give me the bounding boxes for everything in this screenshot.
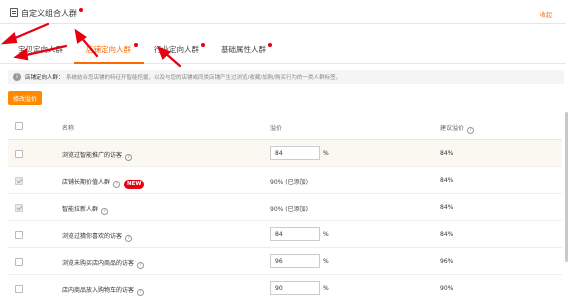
help-icon[interactable]: ? (467, 127, 475, 134)
header-bid: 溢价 (270, 125, 283, 132)
tab-industry-targeting[interactable]: 行业定向人群 (154, 44, 199, 55)
premium-input[interactable] (270, 227, 320, 241)
red-marker-dot (268, 43, 272, 47)
tab-basic-attributes[interactable]: 基础属性人群 (221, 44, 266, 55)
row-checkbox[interactable] (15, 231, 23, 239)
table-row: 浏览过猜你喜欢的访客? % 84% (8, 221, 562, 248)
table-row: 智能拉新人群? 90% (已添加) 84% (8, 194, 562, 221)
premium-input[interactable] (270, 281, 320, 295)
info-banner: i 店铺定向人群： 系统结合您店铺的特征开智能挖掘，以及与您的店铺或同类店铺产生… (8, 70, 564, 84)
help-icon[interactable]: ? (137, 262, 145, 269)
premium-input[interactable] (270, 146, 320, 160)
help-icon[interactable]: ? (101, 208, 109, 215)
new-badge: NEW (124, 180, 145, 189)
title-bar: 自定义组合人群 收起 (0, 0, 566, 24)
percent-unit: % (323, 231, 329, 238)
active-tab-indicator (74, 62, 144, 64)
row-checkbox[interactable] (15, 150, 23, 158)
added-status: 90% (已添加) (270, 179, 308, 186)
red-marker-dot (201, 43, 205, 47)
table-row: 浏览未购买店内商品的访客? % 96% (8, 248, 562, 275)
crowd-name-text: 店铺长期价值人群 (62, 179, 111, 186)
suggested-premium: 84% (440, 177, 454, 184)
select-all-checkbox[interactable] (15, 122, 23, 130)
collapse-link[interactable]: 收起 (540, 10, 552, 19)
header-name: 名称 (62, 125, 75, 132)
crowd-name-text: 浏览未购买店内商品的访客 (62, 260, 135, 267)
percent-unit: % (323, 258, 329, 265)
percent-unit: % (323, 285, 329, 292)
header-suggest: 建议溢价? (440, 123, 475, 134)
crowd-name-text: 智能拉新人群 (62, 206, 99, 213)
info-text: 系统结合您店铺的特征开智能挖掘，以及与您的店铺或同类店铺产生过浏览/收藏/加购/… (66, 75, 342, 81)
suggested-premium: 84% (440, 231, 454, 238)
help-icon[interactable]: ? (113, 181, 121, 188)
help-icon[interactable]: ? (125, 235, 133, 242)
crowd-name: 浏览过猜你喜欢的访客? (62, 231, 133, 242)
help-icon[interactable]: ? (137, 289, 145, 296)
page-title: 自定义组合人群 (21, 9, 77, 18)
red-marker-dot (79, 8, 83, 12)
help-icon[interactable]: ? (125, 154, 133, 161)
row-checkbox[interactable] (15, 258, 23, 266)
edit-premium-button[interactable]: 修改溢价 (8, 91, 42, 105)
crowd-name-text: 店内商品放入购物车的访客 (62, 287, 135, 294)
crowd-name: 店内商品放入购物车的访客? (62, 285, 145, 296)
tab-item-targeting[interactable]: 宝贝定向人群 (18, 44, 63, 55)
info-icon: i (13, 73, 21, 81)
crowd-name: 浏览未购买店内商品的访客? (62, 258, 145, 269)
info-label: 店铺定向人群： (25, 75, 64, 81)
table-row: 店铺长期价值人群? NEW 90% (已添加) 84% (8, 167, 562, 194)
crowd-name-text: 浏览过猜你喜欢的访客 (62, 233, 123, 240)
crowd-name-text: 浏览过智能推广的访客 (62, 152, 123, 159)
vertical-scrollbar[interactable] (565, 112, 568, 262)
red-marker-dot (134, 43, 138, 47)
row-checkbox (15, 204, 23, 212)
suggested-premium: 84% (440, 204, 454, 211)
table-row: 店内商品放入购物车的访客? % 90% (8, 275, 562, 298)
table-header: 名称 溢价 建议溢价? (8, 112, 562, 140)
premium-input[interactable] (270, 254, 320, 268)
crowd-name: 浏览过智能推广的访客? (62, 150, 133, 161)
percent-unit: % (323, 150, 329, 157)
tab-store-targeting[interactable]: 店铺定向人群 (86, 44, 131, 55)
list-icon (10, 8, 18, 17)
added-status: 90% (已添加) (270, 206, 308, 213)
row-checkbox (15, 177, 23, 185)
row-checkbox[interactable] (15, 285, 23, 293)
suggested-premium: 90% (440, 285, 454, 292)
tab-bar: 宝贝定向人群 店铺定向人群 行业定向人群 基础属性人群 (0, 24, 566, 64)
suggested-premium: 84% (440, 150, 454, 157)
header-suggest-label: 建议溢价 (440, 125, 465, 132)
crowd-name: 智能拉新人群? (62, 204, 109, 215)
table-row: 浏览过智能推广的访客? % 84% (8, 140, 562, 167)
suggested-premium: 96% (440, 258, 454, 265)
crowd-name: 店铺长期价值人群? NEW (62, 177, 145, 189)
